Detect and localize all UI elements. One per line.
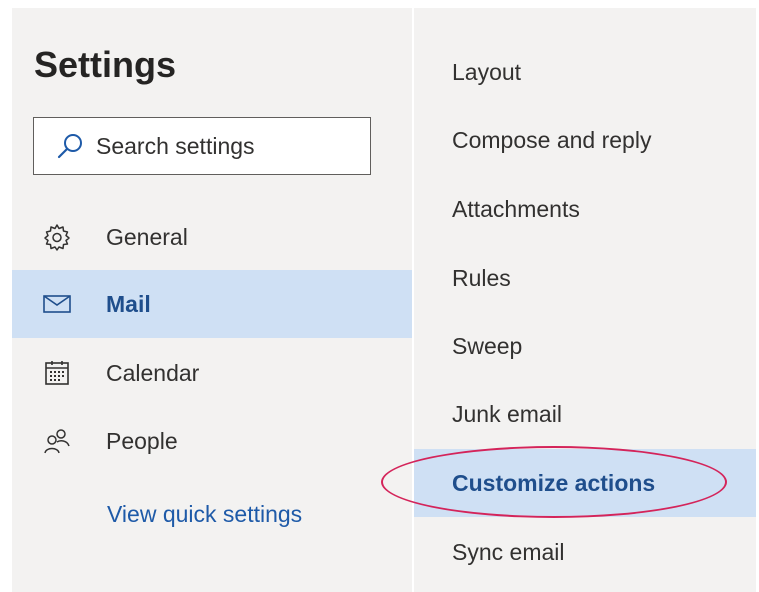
sidebar-item-general[interactable]: General bbox=[12, 203, 412, 271]
mail-setting-attachments[interactable]: Attachments bbox=[414, 175, 756, 243]
people-icon bbox=[40, 424, 74, 458]
sidebar-item-calendar[interactable]: Calendar bbox=[12, 339, 412, 407]
search-placeholder: Search settings bbox=[96, 132, 255, 159]
settings-categories: Settings Search settings General Mail Ca… bbox=[12, 8, 412, 592]
sidebar-item-label: People bbox=[106, 427, 178, 454]
sidebar-item-people[interactable]: People bbox=[12, 407, 412, 475]
mail-setting-compose-and-reply[interactable]: Compose and reply bbox=[414, 106, 756, 174]
calendar-icon bbox=[40, 356, 74, 390]
mail-setting-label: Attachments bbox=[452, 195, 580, 222]
search-icon bbox=[56, 132, 84, 160]
sidebar-item-label: Mail bbox=[106, 290, 151, 317]
mail-setting-label: Rules bbox=[452, 264, 511, 291]
mail-setting-label: Sweep bbox=[452, 332, 523, 359]
mail-setting-label: Junk email bbox=[452, 400, 562, 427]
view-quick-settings-link[interactable]: View quick settings bbox=[107, 501, 302, 528]
mail-setting-sync-email[interactable]: Sync email bbox=[414, 518, 756, 586]
mail-setting-layout[interactable]: Layout bbox=[414, 38, 756, 106]
mail-icon bbox=[40, 287, 74, 321]
sidebar-item-label: Calendar bbox=[106, 359, 200, 386]
mail-setting-label: Layout bbox=[452, 58, 522, 85]
settings-panel: Settings Search settings General Mail Ca… bbox=[12, 8, 756, 592]
mail-setting-label: Sync email bbox=[452, 538, 565, 565]
mail-setting-label: Customize actions bbox=[452, 469, 656, 496]
mail-setting-sweep[interactable]: Sweep bbox=[414, 312, 756, 380]
mail-setting-rules[interactable]: Rules bbox=[414, 244, 756, 312]
gear-icon bbox=[40, 220, 74, 254]
sidebar-item-mail[interactable]: Mail bbox=[12, 270, 412, 338]
mail-setting-label: Compose and reply bbox=[452, 126, 652, 153]
mail-setting-junk-email[interactable]: Junk email bbox=[414, 380, 756, 448]
page-title: Settings bbox=[34, 44, 177, 85]
mail-settings-list: Layout Compose and reply Attachments Rul… bbox=[414, 8, 756, 592]
mail-setting-customize-actions[interactable]: Customize actions bbox=[414, 449, 756, 517]
sidebar-item-label: General bbox=[106, 223, 188, 250]
search-input[interactable]: Search settings bbox=[33, 117, 371, 175]
